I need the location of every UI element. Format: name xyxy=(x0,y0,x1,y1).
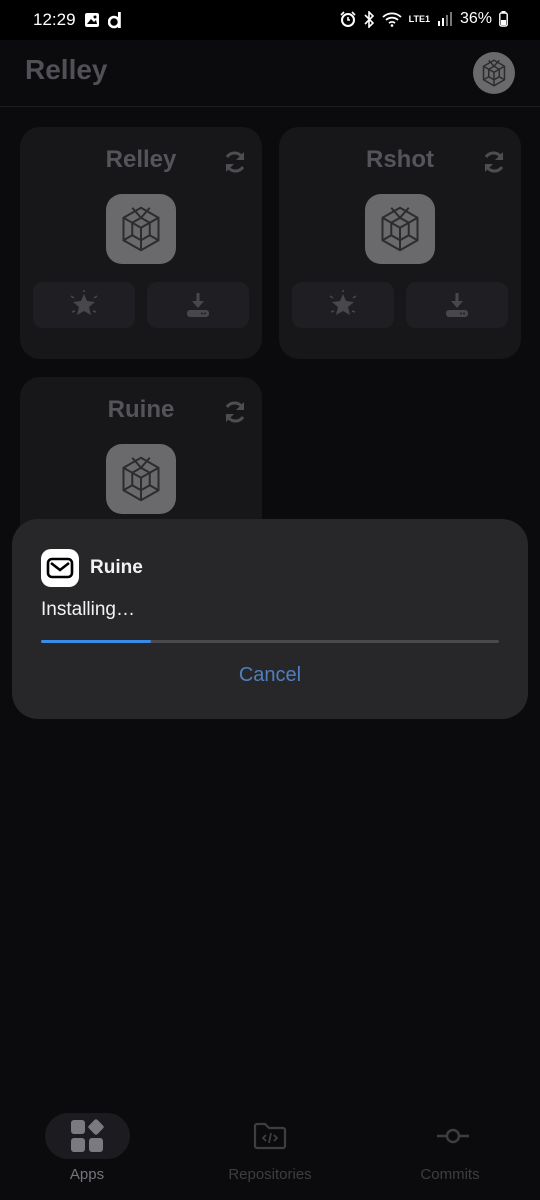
dialog-app-icon xyxy=(41,549,79,587)
status-time: 12:29 xyxy=(33,10,76,29)
app-logo-icon xyxy=(122,206,160,252)
wifi-icon xyxy=(382,12,402,27)
app-notification-icon xyxy=(108,12,121,29)
download-icon xyxy=(187,293,209,317)
page-title: Relley xyxy=(25,54,108,85)
install-progress-bar xyxy=(41,640,499,643)
app-card-rshot[interactable]: Rshot xyxy=(279,127,521,359)
install-button[interactable] xyxy=(406,282,508,328)
nav-label-apps: Apps xyxy=(69,1166,105,1183)
app-bar: Relley xyxy=(0,40,540,107)
app-logo-icon xyxy=(482,59,506,87)
mail-icon xyxy=(46,557,74,579)
nav-item-apps[interactable]: Apps xyxy=(0,1100,180,1200)
nav-label-commits: Commits xyxy=(420,1166,480,1183)
app-card-relley[interactable]: Relley xyxy=(20,127,262,359)
nav-label-repositories: Repositories xyxy=(228,1166,312,1183)
star-sparkle-icon xyxy=(329,290,357,315)
alarm-icon xyxy=(340,11,356,27)
star-sparkle-icon xyxy=(70,290,98,315)
nav-item-repositories[interactable]: Repositories xyxy=(180,1100,360,1200)
app-logo-icon xyxy=(122,456,160,502)
status-bar: 12:29 LTE1 36% xyxy=(0,0,540,40)
refresh-icon[interactable] xyxy=(221,398,249,426)
network-type: LTE1 xyxy=(408,13,430,24)
install-status: Installing… xyxy=(41,599,135,620)
bluetooth-icon xyxy=(364,10,374,28)
apps-grid-icon xyxy=(71,1119,104,1152)
battery-icon xyxy=(499,11,508,27)
commit-icon xyxy=(437,1128,469,1144)
star-button[interactable] xyxy=(292,282,394,328)
signal-icon xyxy=(437,12,452,26)
app-logo-icon xyxy=(381,206,419,252)
install-dialog: Ruine Installing… Cancel xyxy=(12,519,528,719)
profile-avatar[interactable] xyxy=(473,52,515,94)
dialog-app-name: Ruine xyxy=(90,557,143,578)
folder-code-icon xyxy=(253,1122,287,1150)
app-icon xyxy=(365,194,435,264)
refresh-icon[interactable] xyxy=(221,148,249,176)
cancel-button[interactable]: Cancel xyxy=(170,657,370,693)
nav-item-commits[interactable]: Commits xyxy=(360,1100,540,1200)
install-progress-fill xyxy=(41,640,151,643)
app-icon xyxy=(106,194,176,264)
gallery-icon xyxy=(85,13,99,27)
download-icon xyxy=(446,293,468,317)
refresh-icon[interactable] xyxy=(480,148,508,176)
app-icon xyxy=(106,444,176,514)
bottom-navigation: Apps Repositories Commits xyxy=(0,1100,540,1200)
install-button[interactable] xyxy=(147,282,249,328)
battery-percentage: 36% xyxy=(459,10,492,27)
star-button[interactable] xyxy=(33,282,135,328)
